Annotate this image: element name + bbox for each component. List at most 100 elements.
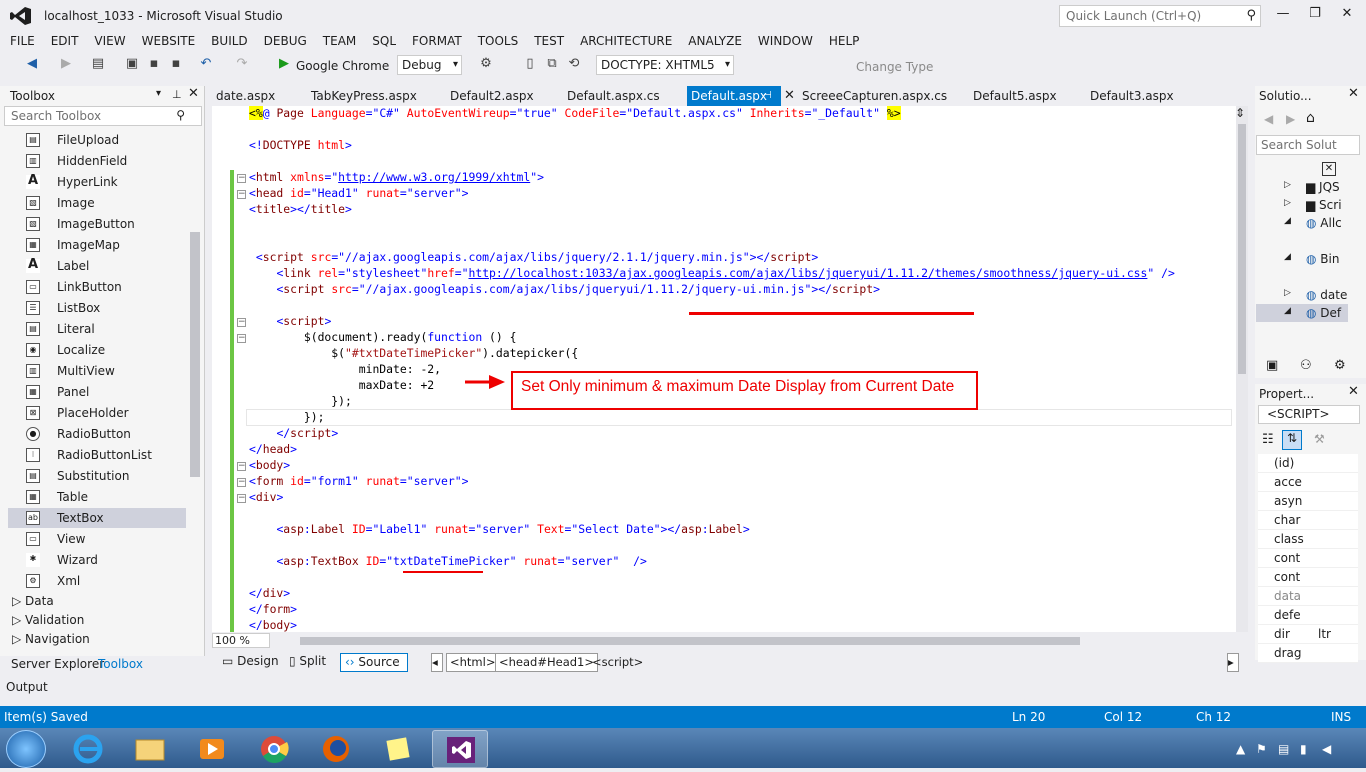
refresh-link-icon[interactable]: ⟲ — [566, 56, 582, 72]
menu-edit[interactable]: EDIT — [43, 32, 87, 50]
doctype-dropdown[interactable]: DOCTYPE: XHTML5 — [596, 55, 734, 75]
pin-icon[interactable]: ⊣ — [763, 86, 772, 106]
forward-icon[interactable]: ▶ — [1286, 112, 1295, 126]
property-row[interactable]: drag — [1258, 644, 1358, 663]
collapse-icon[interactable]: ◢ — [1284, 216, 1291, 226]
close-icon[interactable]: ✕ — [784, 86, 795, 106]
media-player-icon[interactable] — [184, 730, 240, 768]
properties-object-selector[interactable]: <SCRIPT> — [1258, 405, 1360, 424]
solution-item[interactable]: ▆ JQS — [1306, 178, 1366, 196]
internet-explorer-icon[interactable] — [60, 730, 116, 768]
forward-icon[interactable]: ▶ — [58, 56, 74, 72]
menu-debug[interactable]: DEBUG — [256, 32, 315, 50]
solution-item[interactable]: ◍ date — [1306, 286, 1366, 304]
solution-search-input[interactable]: Search Solut — [1256, 135, 1360, 155]
split-icon[interactable]: ⇕ — [1235, 106, 1245, 120]
menu-website[interactable]: WEBSITE — [134, 32, 204, 50]
toolbox-group-navigation[interactable]: ▷ Navigation — [12, 630, 90, 648]
class-view-icon[interactable]: ⚙ — [1334, 358, 1346, 373]
browser-selector[interactable]: Google Chrome — [296, 57, 389, 77]
toolbox-item-image[interactable]: ▧ Image — [8, 193, 186, 213]
tab-default-aspx[interactable]: Default.aspx ⊣ — [687, 86, 781, 106]
property-row[interactable]: defe — [1258, 606, 1358, 625]
expand-icon[interactable]: ▷ — [1284, 198, 1291, 208]
menu-window[interactable]: WINDOW — [750, 32, 821, 50]
close-icon[interactable]: ✕ — [1348, 86, 1359, 101]
tray-expand-icon[interactable]: ▲ — [1236, 742, 1245, 756]
toolbox-group-validation[interactable]: ▷ Validation — [12, 611, 84, 629]
property-row[interactable]: asyn — [1258, 492, 1358, 511]
toolbox-scrollbar[interactable] — [190, 232, 200, 477]
solution-item[interactable]: ◍ Allc — [1306, 214, 1366, 232]
breadcrumb-next-icon[interactable]: ▸ — [1227, 653, 1239, 672]
tray-network-icon[interactable]: ▤ — [1278, 742, 1289, 756]
alphabetical-icon[interactable]: ⇅ — [1282, 430, 1302, 450]
open-icon[interactable]: ▣ — [124, 56, 140, 72]
property-row[interactable]: char — [1258, 511, 1358, 530]
tab-screeecapturen-aspx-cs[interactable]: ScreeeCapturen.aspx.cs — [802, 86, 947, 106]
redo-icon[interactable]: ↷ — [234, 56, 250, 72]
property-row[interactable]: cont — [1258, 568, 1358, 587]
toolbox-item-radiobuttonlist[interactable]: ⁝ RadioButtonList — [8, 445, 186, 465]
toolbox-item-label[interactable]: A Label — [8, 256, 186, 276]
windows-start-icon[interactable] — [6, 730, 46, 768]
toolbox-search-input[interactable]: Search Toolbox ⚲ — [4, 106, 202, 126]
tab-server-explorer[interactable]: Server Explorer — [11, 657, 104, 671]
fold-toggle[interactable]: − — [237, 174, 246, 183]
tab-default5-aspx[interactable]: Default5.aspx — [973, 86, 1057, 106]
close-icon[interactable]: ✕ — [1322, 162, 1336, 176]
new-project-icon[interactable]: ▤ — [90, 56, 106, 72]
close-button[interactable]: ✕ — [1332, 6, 1362, 26]
tab-toolbox[interactable]: Toolbox — [98, 657, 143, 671]
source-view-button[interactable]: ‹› Source — [340, 653, 408, 672]
property-row[interactable]: cont — [1258, 549, 1358, 568]
toolbox-group-data[interactable]: ▷ Data — [12, 592, 54, 610]
back-icon[interactable]: ◀ — [24, 56, 40, 72]
toolbox-item-placeholder[interactable]: ⊠ PlaceHolder — [8, 403, 186, 423]
toolbox-item-listbox[interactable]: ☰ ListBox — [8, 298, 186, 318]
tray-signal-icon[interactable]: ▮ — [1300, 742, 1307, 756]
split-view-button[interactable]: ▯ Split — [285, 653, 330, 672]
toolbox-item-substitution[interactable]: ▤ Substitution — [8, 466, 186, 486]
toolbox-item-table[interactable]: ▦ Table — [8, 487, 186, 507]
toolbox-item-xml[interactable]: ⚙ Xml — [8, 571, 186, 591]
team-icon[interactable]: ⚇ — [1300, 358, 1312, 373]
quick-launch-input[interactable]: Quick Launch (Ctrl+Q) ⚲ — [1059, 5, 1261, 27]
menu-tools[interactable]: TOOLS — [470, 32, 527, 50]
config-dropdown[interactable]: Debug — [397, 55, 462, 75]
home-icon[interactable]: ⌂ — [1306, 110, 1315, 126]
collapse-icon[interactable]: ◢ — [1284, 306, 1291, 316]
firefox-icon[interactable] — [308, 730, 364, 768]
tab-tabkeypress-aspx[interactable]: TabKeyPress.aspx — [311, 86, 417, 106]
save-icon[interactable]: ▪ — [146, 56, 162, 72]
fold-toggle[interactable]: − — [237, 494, 246, 503]
menu-architecture[interactable]: ARCHITECTURE — [572, 32, 680, 50]
toolbox-item-wizard[interactable]: ✱ Wizard — [8, 550, 186, 570]
toolbox-item-panel[interactable]: ▦ Panel — [8, 382, 186, 402]
property-row[interactable]: dir ltr — [1258, 625, 1358, 644]
menu-team[interactable]: TEAM — [315, 32, 364, 50]
toolbox-item-localize[interactable]: ◉ Localize — [8, 340, 186, 360]
property-row[interactable]: (id) — [1258, 454, 1358, 473]
undo-icon[interactable]: ↶ — [198, 56, 214, 72]
tray-action-center-icon[interactable]: ⚑ — [1256, 742, 1267, 756]
toolbox-item-imagebutton[interactable]: ▧ ImageButton — [8, 214, 186, 234]
categorized-icon[interactable]: ☷ — [1262, 432, 1274, 447]
solution-item[interactable]: ▆ Scri — [1306, 196, 1366, 214]
fold-toggle[interactable]: − — [237, 462, 246, 471]
start-debug-icon[interactable]: ▶ — [276, 56, 292, 72]
menu-help[interactable]: HELP — [821, 32, 868, 50]
horizontal-scrollbar-thumb[interactable] — [300, 637, 1080, 645]
change-type-menu[interactable]: Change Type — [856, 58, 933, 78]
breadcrumb-head[interactable]: <head#Head1> — [495, 653, 599, 672]
save-all-icon[interactable]: ▪ — [168, 56, 184, 72]
breadcrumb-html[interactable]: <html> — [446, 653, 500, 672]
pin-icon[interactable]: ⊥ — [172, 88, 182, 101]
visual-studio-taskbar-icon[interactable] — [432, 730, 488, 768]
property-row[interactable]: class — [1258, 530, 1358, 549]
sticky-notes-icon[interactable] — [370, 730, 426, 768]
file-explorer-icon[interactable] — [122, 730, 178, 768]
collapse-icon[interactable]: ◢ — [1284, 252, 1291, 262]
zoom-dropdown[interactable]: 100 % — [212, 633, 270, 648]
back-icon[interactable]: ◀ — [1264, 112, 1273, 126]
